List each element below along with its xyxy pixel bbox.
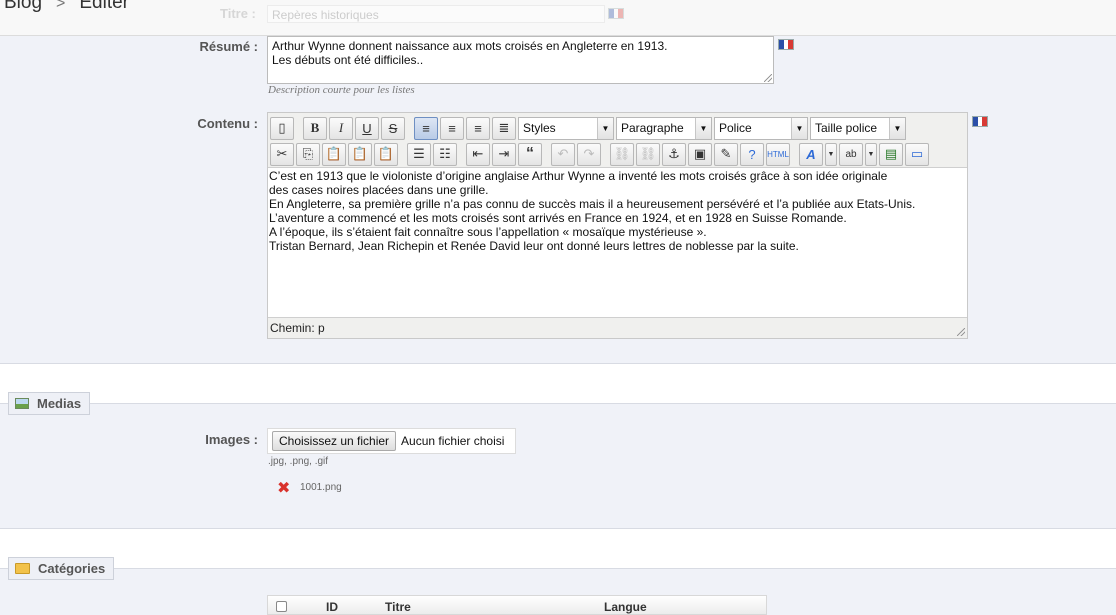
insert-image-icon[interactable]: ▣ (688, 142, 712, 166)
categories-legend-label: Catégories (38, 561, 106, 576)
spacer (0, 530, 1116, 568)
align-right-icon[interactable]: ≡ (466, 116, 490, 140)
new-document-icon[interactable]: ▯ (270, 116, 294, 140)
cut-icon[interactable]: ✂ (270, 142, 294, 166)
chevron-down-icon: ▼ (597, 117, 613, 139)
allowed-extensions: .jpg, .png, .gif (268, 456, 329, 467)
bullet-list-icon[interactable]: ☰ (407, 142, 431, 166)
numbered-list-icon[interactable]: ☷ (433, 142, 457, 166)
align-left-icon[interactable]: ≡ (414, 116, 438, 140)
link-icon[interactable]: ⛓ (610, 142, 634, 166)
styles-select-value: Styles (523, 121, 556, 135)
file-status: Aucun fichier choisi (401, 434, 505, 448)
content-line: L’aventure a commencé et les mots croisé… (269, 211, 847, 225)
existing-file-name: 1001.png (300, 482, 342, 493)
images-label: Images : (205, 432, 258, 447)
paste-text-icon[interactable]: 📋 (348, 142, 372, 166)
content-line: A l’époque, ils s’étaient fait connaître… (269, 225, 707, 239)
resume-label: Résumé : (199, 39, 258, 54)
language-flag-icon[interactable] (972, 116, 988, 127)
image-icon (15, 398, 29, 409)
paste-icon[interactable]: 📋 (322, 142, 346, 166)
resize-grip-icon[interactable] (957, 328, 965, 336)
font-size-select-value: Taille police (815, 121, 878, 135)
title-input[interactable]: Repères historiques (267, 5, 605, 23)
align-justify-icon[interactable]: ≣ (492, 116, 516, 140)
bold-icon[interactable]: B (303, 116, 327, 140)
anchor-icon[interactable]: ⚓ (662, 142, 686, 166)
editor-toolbar-row-1: ▯ B I U S ≡ ≡ ≡ ≣ Styles ▼ Paragraphe ▼ Po… (270, 115, 906, 141)
title-label: Titre : (220, 6, 256, 21)
font-select[interactable]: Police ▼ (714, 116, 808, 140)
content-line: C’est en 1913 que le violoniste d’origin… (269, 169, 888, 183)
copy-icon[interactable]: ⎘ (296, 142, 320, 166)
folder-icon (15, 563, 30, 574)
rich-text-editor: ▯ B I U S ≡ ≡ ≡ ≣ Styles ▼ Paragraphe ▼ Po… (267, 112, 968, 339)
text-color-icon[interactable]: A (799, 142, 823, 166)
content-line: Tristan Bernard, Jean Richepin et Renée … (269, 239, 799, 253)
delete-icon[interactable]: ✖ (277, 478, 290, 498)
resize-grip-icon[interactable] (764, 74, 772, 82)
editor-path-bar: Chemin: p (270, 321, 325, 335)
paste-word-icon[interactable]: 📋 (374, 142, 398, 166)
chevron-down-icon: ▼ (695, 117, 711, 139)
italic-icon[interactable]: I (329, 116, 353, 140)
redo-icon[interactable]: ↷ (577, 142, 601, 166)
align-center-icon[interactable]: ≡ (440, 116, 464, 140)
page-header: Blog > Editer Titre : Repères historiques (0, 0, 1116, 36)
fullscreen-icon[interactable]: ▭ (905, 142, 929, 166)
choose-file-button[interactable]: Choisissez un fichier (272, 431, 397, 451)
unlink-icon[interactable]: ⛓ (636, 142, 660, 166)
help-icon[interactable]: ? (740, 142, 764, 166)
styles-select[interactable]: Styles ▼ (518, 116, 614, 140)
chevron-down-icon: ▼ (889, 117, 905, 139)
undo-icon[interactable]: ↶ (551, 142, 575, 166)
column-header-language[interactable]: Langue (604, 600, 647, 614)
select-all-checkbox[interactable] (276, 601, 287, 612)
font-select-value: Police (719, 121, 752, 135)
medias-legend-label: Medias (37, 396, 82, 411)
content-line: En Angleterre, sa première grille n’a pa… (269, 197, 916, 211)
chevron-down-icon[interactable]: ▼ (865, 142, 877, 166)
indent-icon[interactable]: ⇥ (492, 142, 516, 166)
editor-content-area[interactable]: C’est en 1913 que le violoniste d’origin… (268, 167, 967, 318)
language-flag-icon[interactable] (778, 39, 794, 50)
resume-hint: Description courte pour les listes (268, 84, 415, 96)
divider (0, 403, 8, 404)
column-header-title[interactable]: Titre (385, 600, 411, 614)
language-flag-icon[interactable] (608, 8, 624, 19)
media-icon[interactable]: ▤ (879, 142, 903, 166)
blockquote-icon[interactable]: “ (518, 142, 542, 166)
cleanup-icon[interactable]: ✎ (714, 142, 738, 166)
strikethrough-icon[interactable]: S (381, 116, 405, 140)
breadcrumb: Blog > Editer (4, 0, 129, 14)
medias-section (0, 403, 1116, 529)
spacer (0, 365, 1116, 403)
breadcrumb-current: Editer (79, 0, 130, 13)
chevron-down-icon: ▼ (791, 117, 807, 139)
font-size-select[interactable]: Taille police ▼ (810, 116, 906, 140)
highlight-color-icon[interactable]: ab (839, 142, 863, 166)
underline-icon[interactable]: U (355, 116, 379, 140)
chevron-down-icon[interactable]: ▼ (825, 142, 837, 166)
format-select[interactable]: Paragraphe ▼ (616, 116, 712, 140)
resume-textarea[interactable]: Arthur Wynne donnent naissance aux mots … (267, 36, 774, 84)
medias-legend: Medias (8, 392, 91, 415)
content-line: des cases noires placées dans une grille… (269, 183, 489, 197)
categories-table-header: ID Titre Langue (267, 595, 767, 615)
categories-legend: Catégories (8, 557, 115, 580)
breadcrumb-separator: > (56, 0, 66, 12)
format-select-value: Paragraphe (621, 121, 684, 135)
file-input[interactable]: Choisissez un fichier Aucun fichier choi… (267, 428, 516, 454)
breadcrumb-root[interactable]: Blog (4, 0, 42, 13)
column-header-id[interactable]: ID (326, 600, 338, 614)
contenu-label: Contenu : (197, 116, 258, 131)
outdent-icon[interactable]: ⇤ (466, 142, 490, 166)
editor-toolbar-row-2: ✂ ⎘ 📋 📋 📋 ☰ ☷ ⇤ ⇥ “ ↶ ↷ ⛓ ⛓ ⚓ ▣ ✎ ? HTML… (270, 141, 929, 167)
html-source-icon[interactable]: HTML (766, 142, 790, 166)
